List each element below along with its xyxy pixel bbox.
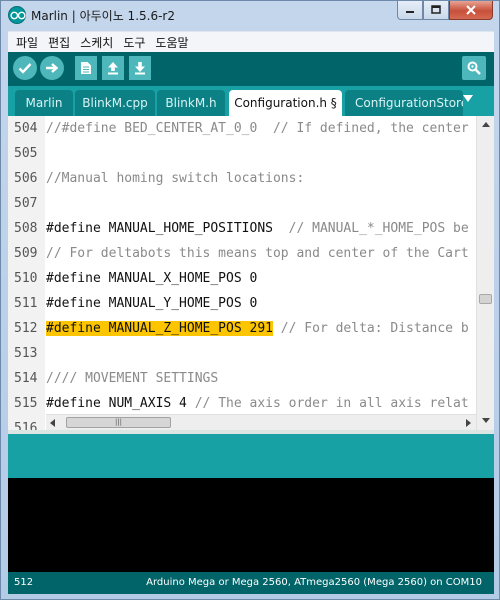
tab-configurationstore[interactable]: ConfigurationStore	[345, 90, 463, 116]
window-controls	[397, 1, 493, 21]
code-statement: #define NUM_AXIS 4	[46, 396, 195, 411]
maximize-button[interactable]	[423, 1, 449, 20]
status-footer: 512 Arduino Mega or Mega 2560, ATmega256…	[8, 572, 494, 594]
tabs-menu-arrow-icon[interactable]	[463, 95, 473, 102]
verify-button[interactable]	[13, 56, 37, 80]
menu-file[interactable]: 파일	[11, 34, 43, 51]
minimize-button[interactable]	[397, 1, 423, 20]
code-line[interactable]: 514 //// MOVEMENT SETTINGS	[8, 366, 474, 391]
open-icon	[108, 62, 118, 75]
code-line[interactable]: 504 //#define BED_CENTER_AT_0_0 // If def…	[8, 116, 474, 141]
console-output[interactable]	[8, 478, 494, 572]
line-number: 512	[14, 321, 38, 336]
code-comment: // For delta: Distance b	[272, 321, 469, 336]
tab-configuration-h[interactable]: Configuration.h §	[229, 90, 342, 116]
horizontal-scrollbar[interactable]: |||	[46, 414, 476, 430]
window-title: Marlin | 아두이노 1.5.6-r2	[31, 9, 175, 23]
title-bar[interactable]: Marlin | 아두이노 1.5.6-r2	[1, 1, 499, 29]
code-line[interactable]: 515 #define NUM_AXIS 4 // The axis order …	[8, 391, 474, 416]
line-number: 515	[14, 396, 38, 411]
save-icon	[135, 62, 145, 75]
current-line-number: 512	[14, 577, 34, 588]
code-line[interactable]: 507	[8, 191, 474, 216]
line-number: 510	[14, 271, 38, 286]
arduino-logo-icon	[8, 6, 26, 24]
code-text: #define MANUAL_Y_HOME_POS 0	[46, 296, 257, 311]
menu-help[interactable]: 도움말	[150, 34, 193, 51]
tab-marlin[interactable]: Marlin	[15, 90, 73, 116]
menu-edit[interactable]: 편집	[43, 34, 75, 51]
code-line[interactable]: 511 #define MANUAL_Y_HOME_POS 0	[8, 291, 474, 316]
code-line[interactable]: 509 // For deltabots this means top and c…	[8, 241, 474, 266]
toolbar	[8, 52, 494, 86]
tab-blinkm-cpp[interactable]: BlinkM.cpp	[75, 90, 155, 116]
code-editor[interactable]: 504 //#define BED_CENTER_AT_0_0 // If def…	[8, 116, 494, 430]
new-icon	[81, 62, 91, 74]
line-number: 511	[14, 296, 38, 311]
code-comment: //// MOVEMENT SETTINGS	[46, 371, 219, 386]
code-text: //// MOVEMENT SETTINGS	[46, 371, 218, 386]
menu-sketch[interactable]: 스케치	[75, 34, 118, 51]
code-comment: //#define BED_CENTER_AT_0_0 // If define…	[46, 121, 469, 136]
code-text: #define NUM_AXIS 4 // The axis order in …	[46, 396, 469, 411]
close-button[interactable]	[449, 1, 493, 20]
horizontal-scroll-thumb[interactable]: |||	[66, 417, 171, 428]
scroll-left-arrow-icon[interactable]	[50, 419, 55, 427]
line-number: 513	[14, 346, 38, 361]
code-line[interactable]: 512 #define MANUAL_Z_HOME_POS 291 // For …	[8, 316, 474, 341]
code-text: #define MANUAL_X_HOME_POS 0	[46, 271, 257, 286]
upload-icon	[46, 63, 59, 73]
code-comment: // For deltabots this means top and cent…	[46, 246, 469, 261]
line-number: 507	[14, 196, 38, 211]
line-number: 514	[14, 371, 38, 386]
upload-button[interactable]	[40, 56, 64, 80]
code-comment: //Manual homing switch locations:	[46, 171, 305, 186]
save-button[interactable]	[129, 56, 151, 80]
app-window: Marlin | 아두이노 1.5.6-r2 파일 편집 스케치 도구 도움말	[0, 0, 500, 600]
code-line[interactable]: 510 #define MANUAL_X_HOME_POS 0	[8, 266, 474, 291]
code-text: // For deltabots this means top and cent…	[46, 246, 469, 261]
line-number: 516	[14, 421, 38, 430]
line-number: 504	[14, 121, 38, 136]
client-area: Marlin BlinkM.cpp BlinkM.h Configuration…	[8, 52, 494, 594]
line-number: 508	[14, 221, 38, 236]
code-statement: #define MANUAL_X_HOME_POS 0	[46, 271, 258, 286]
open-button[interactable]	[102, 56, 124, 80]
code-line[interactable]: 505	[8, 141, 474, 166]
verify-icon	[18, 63, 32, 74]
scroll-right-arrow-icon[interactable]	[466, 419, 471, 427]
code-line[interactable]: 506 //Manual homing switch locations:	[8, 166, 474, 191]
line-number: 506	[14, 171, 38, 186]
scroll-up-arrow-icon[interactable]	[482, 122, 490, 127]
code-line[interactable]: 508 #define MANUAL_HOME_POSITIONS // MANU…	[8, 216, 474, 241]
code-text: //Manual homing switch locations:	[46, 171, 304, 186]
serial-monitor-icon	[467, 61, 481, 75]
code-statement: #define MANUAL_Z_HOME_POS 291	[46, 321, 273, 336]
tab-blinkm-h[interactable]: BlinkM.h	[157, 90, 225, 116]
tab-bar: Marlin BlinkM.cpp BlinkM.h Configuration…	[8, 86, 494, 116]
vertical-scrollbar[interactable]	[476, 116, 494, 430]
message-area	[8, 434, 494, 478]
code-line[interactable]: 513	[8, 341, 474, 366]
new-button[interactable]	[75, 56, 97, 80]
code-statement: #define MANUAL_HOME_POSITIONS	[46, 221, 289, 236]
menu-tools[interactable]: 도구	[118, 34, 150, 51]
code-comment: // The axis order in all axis relat	[194, 396, 469, 411]
code-text: #define MANUAL_HOME_POSITIONS // MANUAL_…	[46, 221, 469, 236]
serial-monitor-button[interactable]	[462, 56, 486, 80]
line-number: 505	[14, 146, 38, 161]
line-number: 509	[14, 246, 38, 261]
vertical-scroll-thumb[interactable]	[479, 294, 492, 304]
scroll-down-arrow-icon[interactable]	[482, 418, 490, 423]
code-statement: #define MANUAL_Y_HOME_POS 0	[46, 296, 258, 311]
menu-bar: 파일 편집 스케치 도구 도움말	[8, 31, 494, 52]
board-port-label: Arduino Mega or Mega 2560, ATmega2560 (M…	[146, 577, 482, 588]
code-text: #define MANUAL_Z_HOME_POS 291 // For del…	[46, 321, 469, 336]
code-text: //#define BED_CENTER_AT_0_0 // If define…	[46, 121, 469, 136]
code-comment: // MANUAL_*_HOME_POS be	[288, 221, 469, 236]
